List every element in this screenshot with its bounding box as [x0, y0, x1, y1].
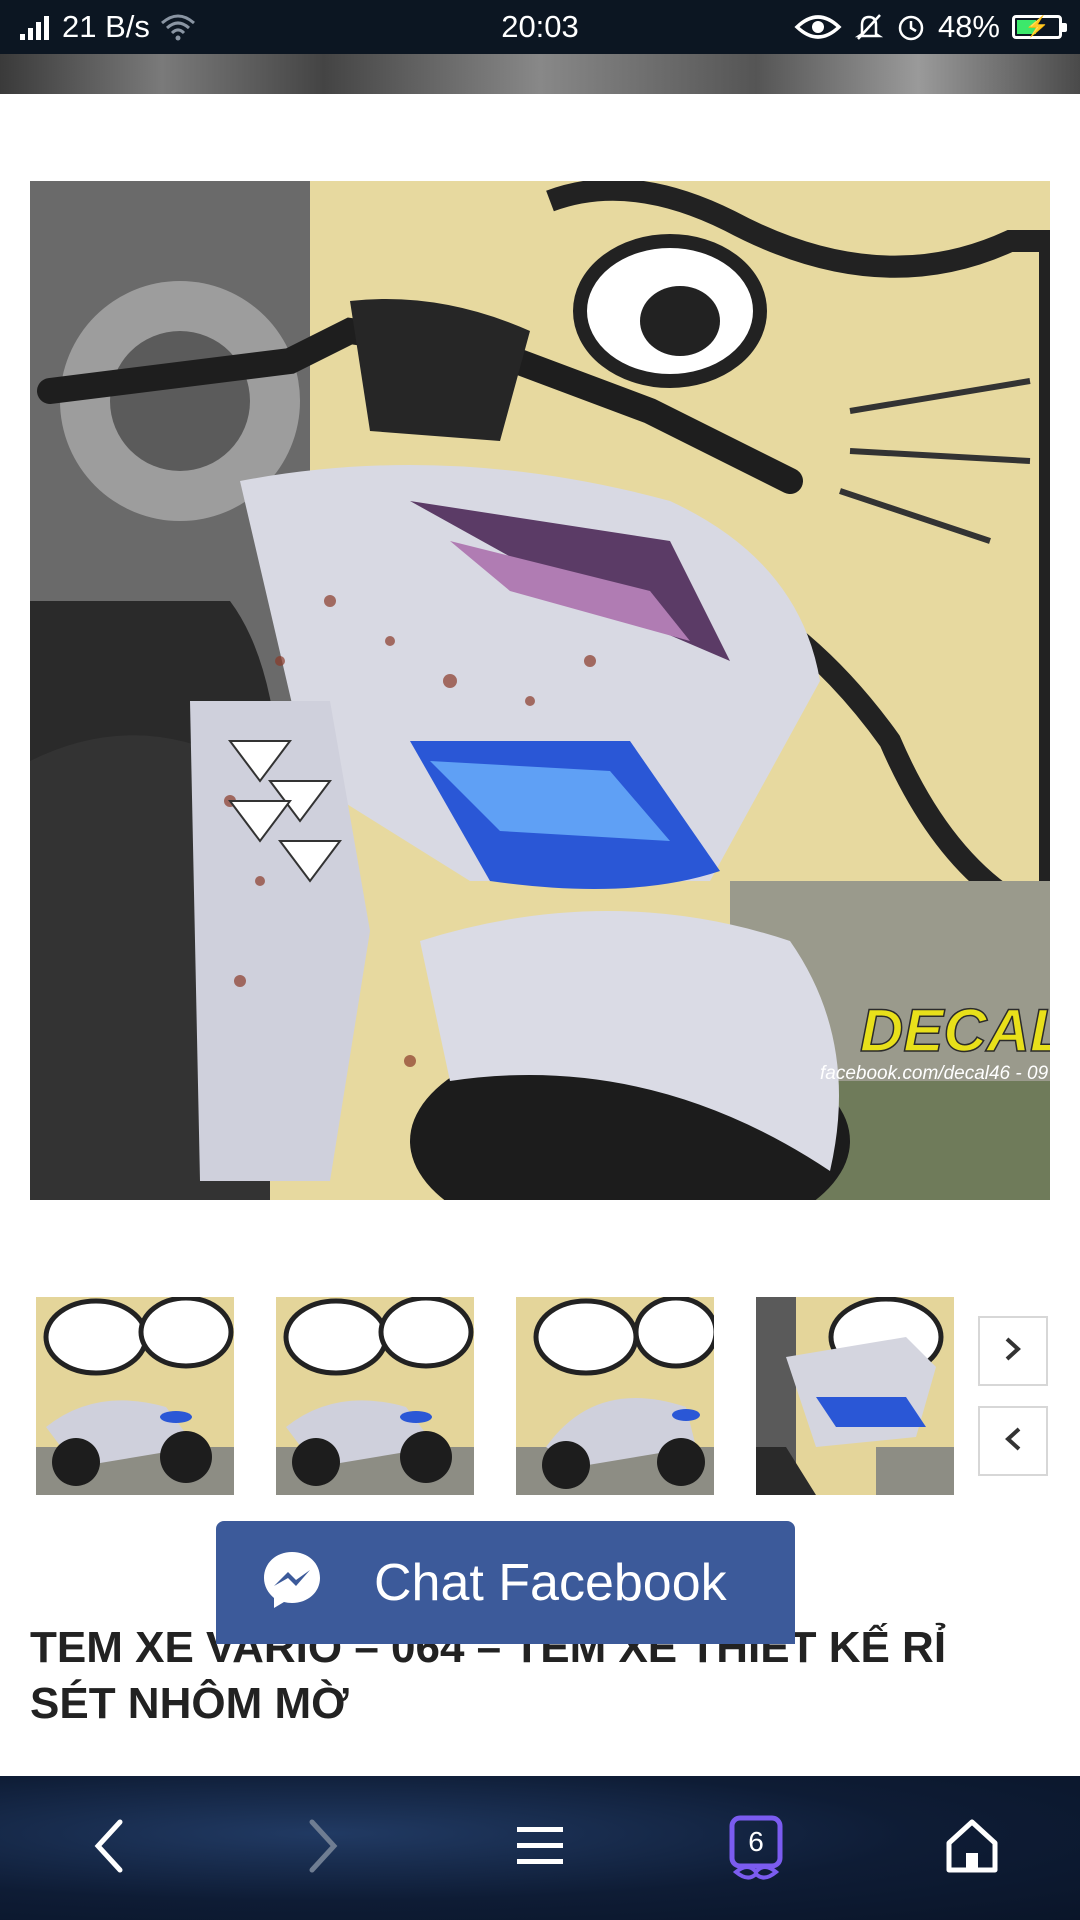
thumbnail-1[interactable] [36, 1297, 234, 1495]
tab-count: 6 [748, 1826, 764, 1857]
browser-toolbar: 6 [0, 1776, 1080, 1920]
forward-button[interactable] [264, 1776, 384, 1920]
bell-off-icon [854, 12, 884, 42]
gallery-prev-button[interactable] [978, 1406, 1048, 1476]
menu-icon [515, 1821, 565, 1876]
thumbnail-2[interactable] [276, 1297, 474, 1495]
chevron-left-icon [1002, 1426, 1024, 1457]
signal-icon [18, 14, 52, 40]
chevron-right-icon [1002, 1336, 1024, 1367]
battery-percent: 48% [937, 9, 1000, 44]
status-bar: 21 B/s 20:03 48% ⚡ [0, 0, 1080, 54]
back-icon [90, 1816, 126, 1881]
chat-facebook-label: Chat Facebook [374, 1553, 727, 1612]
chat-facebook-button[interactable]: Chat Facebook [216, 1521, 795, 1644]
main-product-image[interactable]: DECAL facebook.com/decal46 - 09 [30, 181, 1050, 1200]
clock: 20:03 [501, 9, 579, 44]
forward-icon [306, 1816, 342, 1881]
battery-icon: ⚡ [1012, 15, 1067, 39]
messenger-icon [260, 1548, 324, 1617]
top-banner-image [0, 54, 1080, 94]
tabs-button[interactable]: 6 [696, 1776, 816, 1920]
wifi-icon [160, 13, 196, 41]
watermark-brand: DECAL [860, 997, 1050, 1064]
eye-icon [794, 13, 842, 41]
home-button[interactable] [912, 1776, 1032, 1920]
home-icon [943, 1817, 1001, 1880]
thumbnail-4[interactable] [756, 1297, 954, 1495]
gallery-next-button[interactable] [978, 1316, 1048, 1386]
network-speed: 21 B/s [62, 9, 150, 44]
back-button[interactable] [48, 1776, 168, 1920]
watermark-url: facebook.com/decal46 - 09 [820, 1063, 1049, 1084]
tabs-icon: 6 [726, 1814, 786, 1882]
alarm-icon [896, 12, 926, 42]
thumbnail-3[interactable] [516, 1297, 714, 1495]
menu-button[interactable] [480, 1776, 600, 1920]
